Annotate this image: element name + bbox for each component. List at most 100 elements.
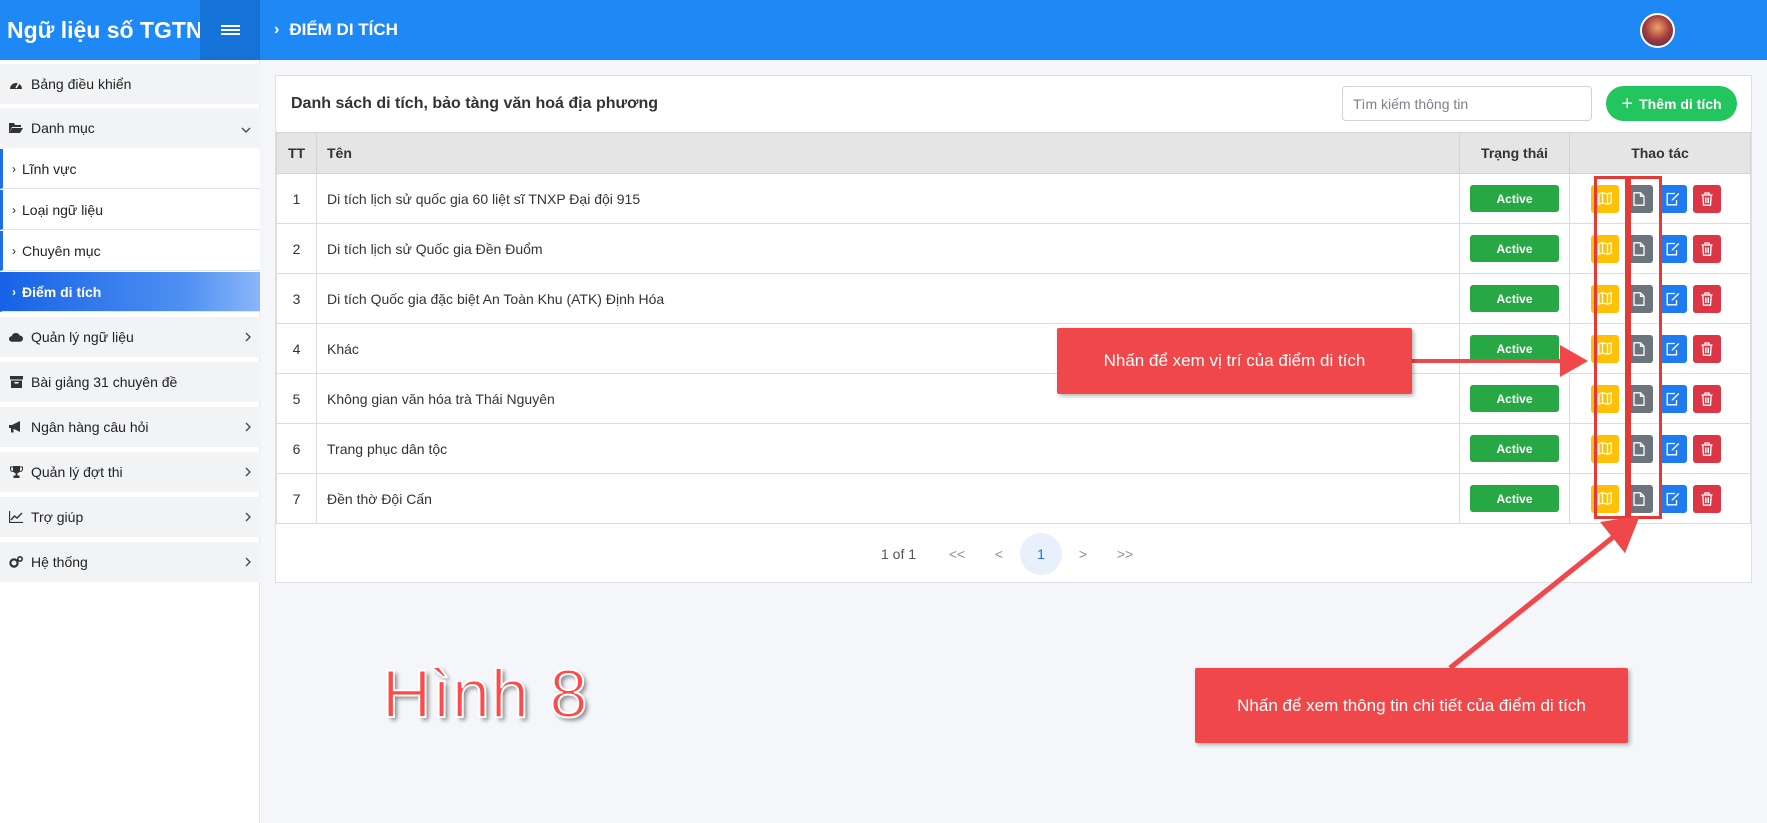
chevron-right-icon: ›: [12, 284, 16, 299]
cell-tt: 5: [276, 373, 317, 424]
table-row: 5 Không gian văn hóa trà Thái Nguyên Activ…: [276, 373, 1751, 424]
sidebar-item-label: Trợ giúp: [31, 509, 84, 525]
sidebar-subitem-label: Điểm di tích: [22, 283, 102, 300]
sidebar-subitem-field[interactable]: › Lĩnh vực: [0, 149, 260, 189]
detail-column-highlight: [1628, 176, 1662, 519]
edit-button[interactable]: [1659, 184, 1687, 213]
plus-icon: +: [1621, 92, 1634, 115]
edit-button[interactable]: [1659, 284, 1687, 313]
chevron-right-icon: [245, 554, 251, 570]
add-relic-label: Thêm di tích: [1639, 95, 1722, 112]
page-1-button[interactable]: 1: [1020, 532, 1063, 575]
delete-button[interactable]: [1693, 484, 1721, 513]
cell-status: Active: [1459, 223, 1570, 274]
sidebar: Bảng điều khiển Danh mục › Lĩnh vực › Lo…: [0, 60, 260, 823]
cell-status: Active: [1459, 323, 1570, 374]
chevron-right-icon: ›: [12, 202, 16, 217]
breadcrumb: › ĐIỂM DI TÍCH: [274, 0, 398, 60]
search-input[interactable]: [1342, 86, 1592, 121]
sidebar-item-lectures[interactable]: Bài giảng 31 chuyên đề: [0, 362, 260, 402]
sidebar-item-question-bank[interactable]: Ngân hàng câu hỏi: [0, 407, 260, 447]
map-column-highlight: [1594, 176, 1628, 519]
edit-icon: [1666, 242, 1680, 256]
trash-icon: [1701, 341, 1713, 356]
edit-button[interactable]: [1659, 234, 1687, 263]
sidebar-item-material-management[interactable]: Quản lý ngữ liệu: [0, 317, 260, 357]
cloud-icon: [9, 330, 23, 344]
last-page-button[interactable]: >>: [1104, 533, 1146, 575]
column-header-tt: TT: [276, 132, 317, 174]
status-badge: Active: [1470, 285, 1559, 312]
cell-tt: 7: [276, 473, 317, 524]
sidebar-item-help[interactable]: Trợ giúp: [0, 497, 260, 537]
next-page-button[interactable]: >: [1062, 533, 1104, 575]
dashboard-icon: [9, 77, 23, 91]
table-row: 6 Trang phục dân tộc Active: [276, 423, 1751, 474]
status-badge: Active: [1470, 485, 1559, 512]
edit-icon: [1666, 342, 1680, 356]
edit-button[interactable]: [1659, 334, 1687, 363]
column-header-actions: Thao tác: [1569, 132, 1751, 174]
chevron-right-icon: ›: [274, 21, 280, 38]
edit-icon: [1666, 492, 1680, 506]
first-page-button[interactable]: <<: [936, 533, 978, 575]
cell-status: Active: [1459, 173, 1570, 224]
edit-icon: [1666, 292, 1680, 306]
cell-tt: 6: [276, 423, 317, 474]
sidebar-subitem-label: Lĩnh vực: [22, 160, 77, 177]
trash-icon: [1701, 441, 1713, 456]
sidebar-item-label: Bài giảng 31 chuyên đề: [31, 374, 178, 390]
prev-page-button[interactable]: <: [978, 533, 1020, 575]
table-row: 2 Di tích lịch sử Quốc gia Đền Đuổm Active: [276, 223, 1751, 274]
cell-status: Active: [1459, 473, 1570, 524]
delete-button[interactable]: [1693, 384, 1721, 413]
app-title[interactable]: Ngữ liệu số TGTN: [0, 0, 203, 60]
edit-button[interactable]: [1659, 384, 1687, 413]
folder-open-icon: [9, 121, 23, 135]
delete-button[interactable]: [1693, 334, 1721, 363]
cell-tt: 2: [276, 223, 317, 274]
cell-status: Active: [1459, 373, 1570, 424]
callout-detail-hint: Nhấn để xem thông tin chi tiết của điểm …: [1195, 668, 1628, 743]
trash-icon: [1701, 241, 1713, 256]
avatar[interactable]: [1640, 13, 1675, 48]
edit-icon: [1666, 442, 1680, 456]
add-relic-button[interactable]: + Thêm di tích: [1606, 86, 1737, 121]
chevron-right-icon: ›: [12, 161, 16, 176]
sidebar-subitem-material-type[interactable]: › Loại ngữ liệu: [0, 190, 260, 230]
delete-button[interactable]: [1693, 184, 1721, 213]
sidebar-item-category[interactable]: Danh mục: [0, 108, 260, 148]
status-badge: Active: [1470, 185, 1559, 212]
menu-toggle-button[interactable]: [200, 0, 260, 60]
delete-button[interactable]: [1693, 284, 1721, 313]
cell-name: Di tích lịch sử quốc gia 60 liệt sĩ TNXP…: [316, 173, 1460, 224]
sidebar-item-label: Quản lý ngữ liệu: [31, 329, 134, 345]
cell-tt: 3: [276, 273, 317, 324]
sidebar-item-system[interactable]: Hệ thống: [0, 542, 260, 582]
trash-icon: [1701, 191, 1713, 206]
status-badge: Active: [1470, 335, 1559, 362]
edit-button[interactable]: [1659, 434, 1687, 463]
delete-button[interactable]: [1693, 434, 1721, 463]
sidebar-subitem-label: Chuyên mục: [22, 242, 101, 259]
delete-button[interactable]: [1693, 234, 1721, 263]
edit-icon: [1666, 192, 1680, 206]
edit-button[interactable]: [1659, 484, 1687, 513]
trash-icon: [1701, 491, 1713, 506]
sidebar-item-exam-management[interactable]: Quản lý đợt thi: [0, 452, 260, 492]
sidebar-item-label: Hệ thống: [31, 554, 88, 570]
cell-name: Đền thờ Đội Cấn: [316, 473, 1460, 524]
table-row: 4 Khác Active: [276, 323, 1751, 374]
chart-line-icon: [9, 510, 23, 524]
chevron-down-icon: [241, 120, 251, 136]
sidebar-item-label: Quản lý đợt thi: [31, 464, 123, 480]
card-title: Danh sách di tích, bảo tàng văn hoá địa …: [291, 95, 658, 112]
edit-icon: [1666, 392, 1680, 406]
sidebar-item-dashboard[interactable]: Bảng điều khiển: [0, 64, 260, 104]
sidebar-subitem-section[interactable]: › Chuyên mục: [0, 231, 260, 271]
trash-icon: [1701, 391, 1713, 406]
cogs-icon: [9, 555, 23, 569]
sidebar-subitem-label: Loại ngữ liệu: [22, 201, 103, 218]
cell-name: Di tích Quốc gia đặc biệt An Toàn Khu (A…: [316, 273, 1460, 324]
sidebar-subitem-relic-sites[interactable]: › Điểm di tích: [0, 272, 260, 312]
